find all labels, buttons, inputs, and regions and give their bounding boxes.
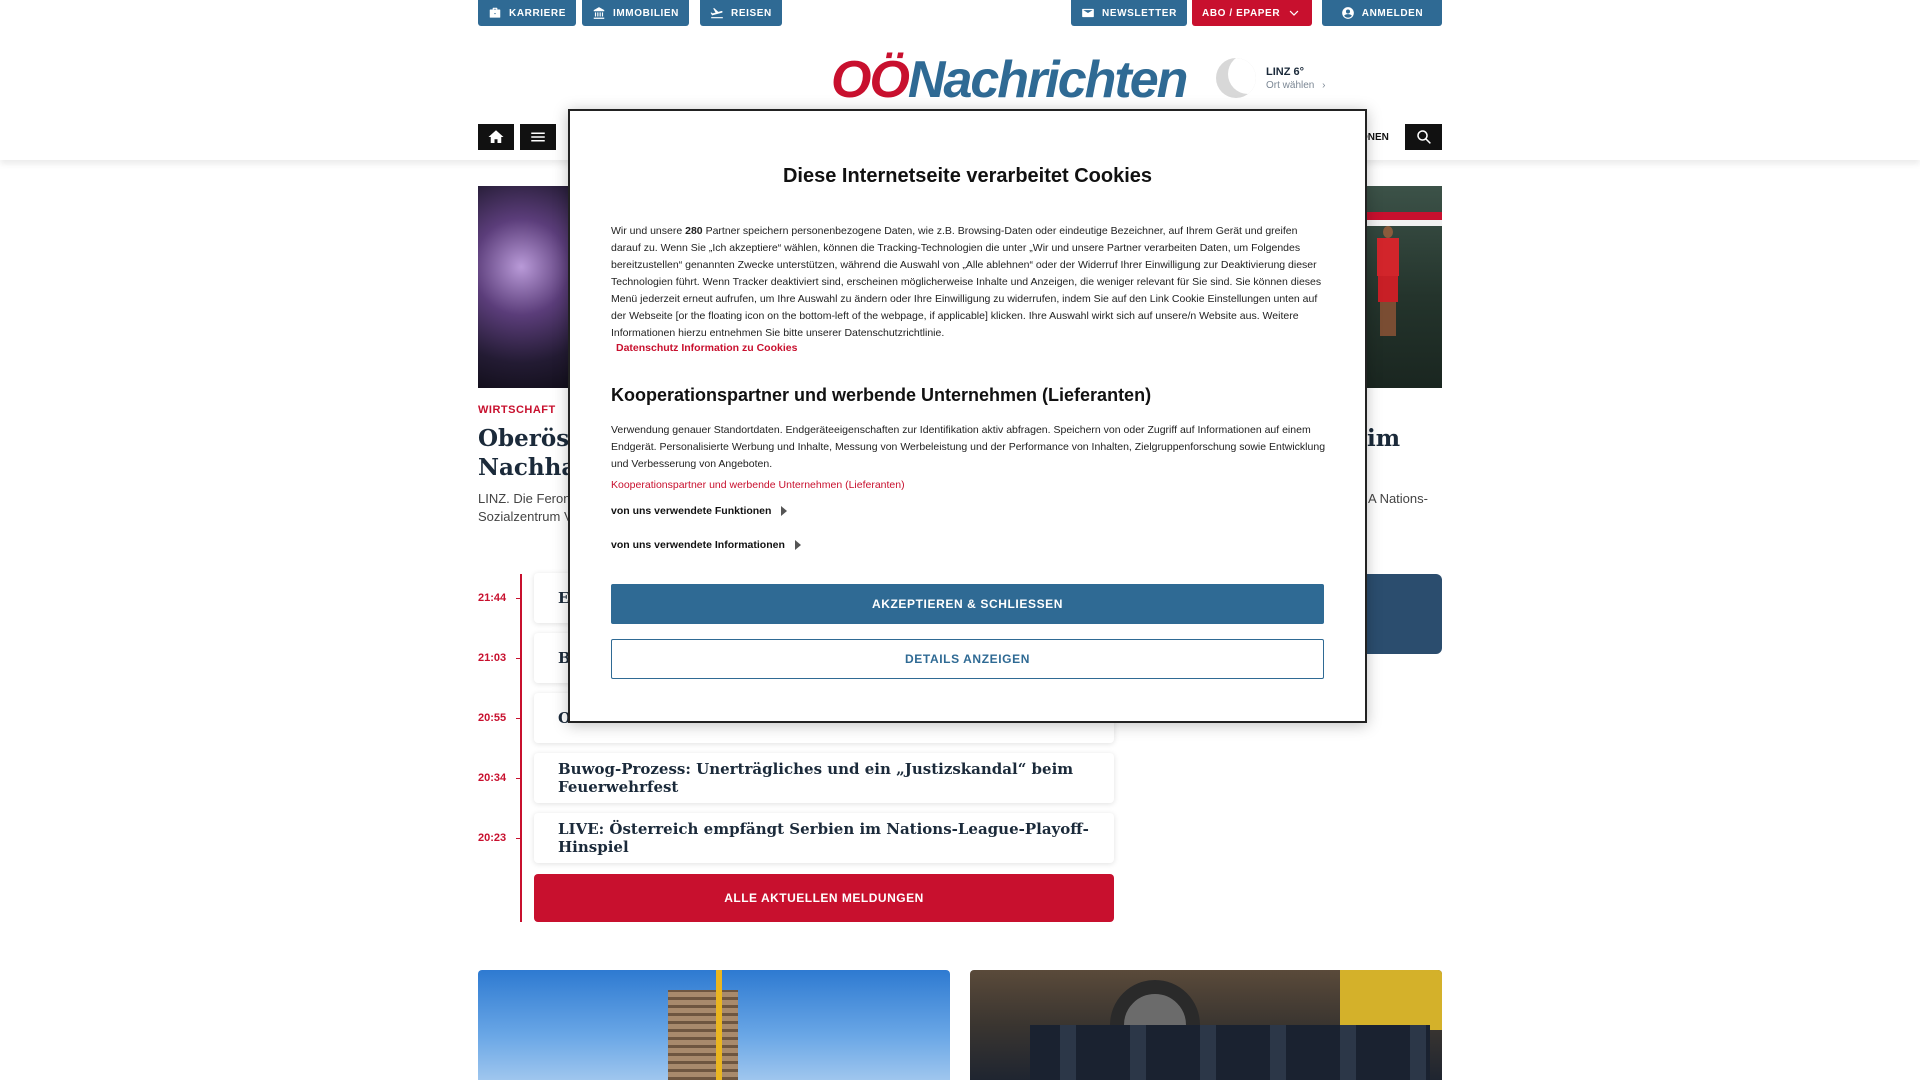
football-player <box>1375 226 1401 336</box>
chevron-down-icon <box>1289 10 1299 16</box>
site-logo[interactable]: OÖNachrichten <box>831 50 1189 110</box>
menu-icon <box>531 132 545 142</box>
partner-count: 280 <box>685 225 703 237</box>
information-expander[interactable]: von uns verwendete Informationen <box>611 539 801 551</box>
ticker-time: 20:23 <box>478 832 507 844</box>
all-news-button[interactable]: ALLE AKTUELLEN MELDUNGEN <box>534 874 1114 922</box>
functions-expander-label: von uns verwendete Funktionen <box>611 505 772 517</box>
ticker-item[interactable]: Buwog-Prozess: Unerträgliches und ein „J… <box>534 753 1114 803</box>
cookie-section-title: Kooperationspartner und werbende Unterne… <box>611 385 1152 405</box>
plane-icon <box>710 8 723 19</box>
ticker-time: 20:55 <box>478 712 507 724</box>
reisen-button[interactable]: REISEN <box>700 0 782 26</box>
anmelden-label: ANMELDEN <box>1361 7 1424 19</box>
ticker-dash <box>516 598 522 599</box>
logo-part-oe: OÖ <box>831 51 910 109</box>
home-icon <box>488 130 504 143</box>
article-headline-right[interactable]: im <box>1367 424 1400 453</box>
partners-link[interactable]: Kooperationspartner und werbende Unterne… <box>611 479 905 491</box>
cookie-text-part: Wir und unsere <box>611 225 686 237</box>
user-icon <box>1341 7 1354 19</box>
home-button[interactable] <box>478 124 514 150</box>
show-details-button[interactable]: DETAILS ANZEIGEN <box>611 639 1324 679</box>
article-teaser-left: LINZ. Die Feron Sozialzentrum V <box>478 490 573 526</box>
cookie-text-part: Partner speichern personenbezogene Daten… <box>611 225 1322 339</box>
cookie-section-text: Verwendung genauer Standortdaten. Endger… <box>611 424 1326 470</box>
abo-epaper-button[interactable]: ABO / EPAPER <box>1192 0 1312 26</box>
teaser-line: Sozialzentrum V <box>478 509 573 524</box>
anmelden-button[interactable]: ANMELDEN <box>1322 0 1442 26</box>
karriere-button[interactable]: KARRIERE <box>478 0 577 26</box>
weather-choose-location[interactable]: Ort wählen › <box>1266 80 1325 91</box>
immobilien-button[interactable]: IMMOBILIEN <box>582 0 689 26</box>
cookie-dialog-title: Diese Internetseite verarbeitet Cookies <box>782 165 1153 187</box>
newsletter-label: NEWSLETTER <box>1102 7 1177 19</box>
cookie-consent-dialog: Diese Internetseite verarbeitet Cookies … <box>568 109 1367 723</box>
briefcase-icon <box>489 7 501 18</box>
ticker-dash <box>516 778 522 779</box>
bank-icon <box>593 7 605 19</box>
article-category[interactable]: WIRTSCHAFT <box>478 404 556 416</box>
teaser-line: LINZ. Die Feron <box>478 491 571 506</box>
privacy-info-link[interactable]: Datenschutz Information zu Cookies <box>616 342 797 354</box>
reisen-label: REISEN <box>731 7 772 19</box>
choose-location-label: Ort wählen <box>1266 80 1315 91</box>
accept-and-close-button[interactable]: AKZEPTIEREN & SCHLIESSEN <box>611 584 1324 624</box>
ticker-time: 21:03 <box>478 652 507 664</box>
crane <box>716 970 722 1080</box>
news-timeline <box>520 574 522 922</box>
search-icon <box>1416 130 1431 144</box>
information-expander-label: von uns verwendete Informationen <box>611 539 785 551</box>
article-teaser-right: A Nations- <box>1368 491 1428 506</box>
menu-button[interactable] <box>520 124 556 150</box>
abo-label: ABO / EPAPER <box>1202 7 1281 19</box>
article-image-construction[interactable] <box>478 970 950 1080</box>
tower-building <box>668 990 738 1080</box>
ticker-dash <box>516 718 522 719</box>
ticker-time: 21:44 <box>478 592 507 604</box>
cookie-dialog-text: Wir und unsere 280 Partner speichern per… <box>611 223 1327 342</box>
chevron-right-icon: › <box>1322 80 1326 91</box>
ticker-time: 20:34 <box>478 772 507 784</box>
ticker-dash <box>516 658 522 659</box>
karriere-label: KARRIERE <box>509 7 567 19</box>
firefighters-group <box>1030 1025 1430 1080</box>
ticker-item[interactable]: LIVE: Österreich empfängt Serbien im Nat… <box>534 813 1114 863</box>
ticker-dash <box>516 838 522 839</box>
immobilien-label: IMMOBILIEN <box>613 7 679 19</box>
mail-icon <box>1082 8 1094 18</box>
triangle-right-icon <box>794 540 801 550</box>
weather-widget[interactable]: LINZ 6° Ort wählen › <box>1216 58 1376 102</box>
article-image-firefighters[interactable] <box>970 970 1442 1080</box>
moon-icon <box>1216 58 1256 98</box>
triangle-right-icon <box>781 506 788 516</box>
logo-part-nachrichten: Nachrichten <box>907 51 1189 109</box>
weather-city: LINZ 6° <box>1266 66 1305 78</box>
yellow-vehicle <box>1340 970 1442 1030</box>
functions-expander[interactable]: von uns verwendete Funktionen <box>611 505 788 517</box>
search-button[interactable] <box>1405 124 1442 150</box>
newsletter-button[interactable]: NEWSLETTER <box>1071 0 1187 26</box>
